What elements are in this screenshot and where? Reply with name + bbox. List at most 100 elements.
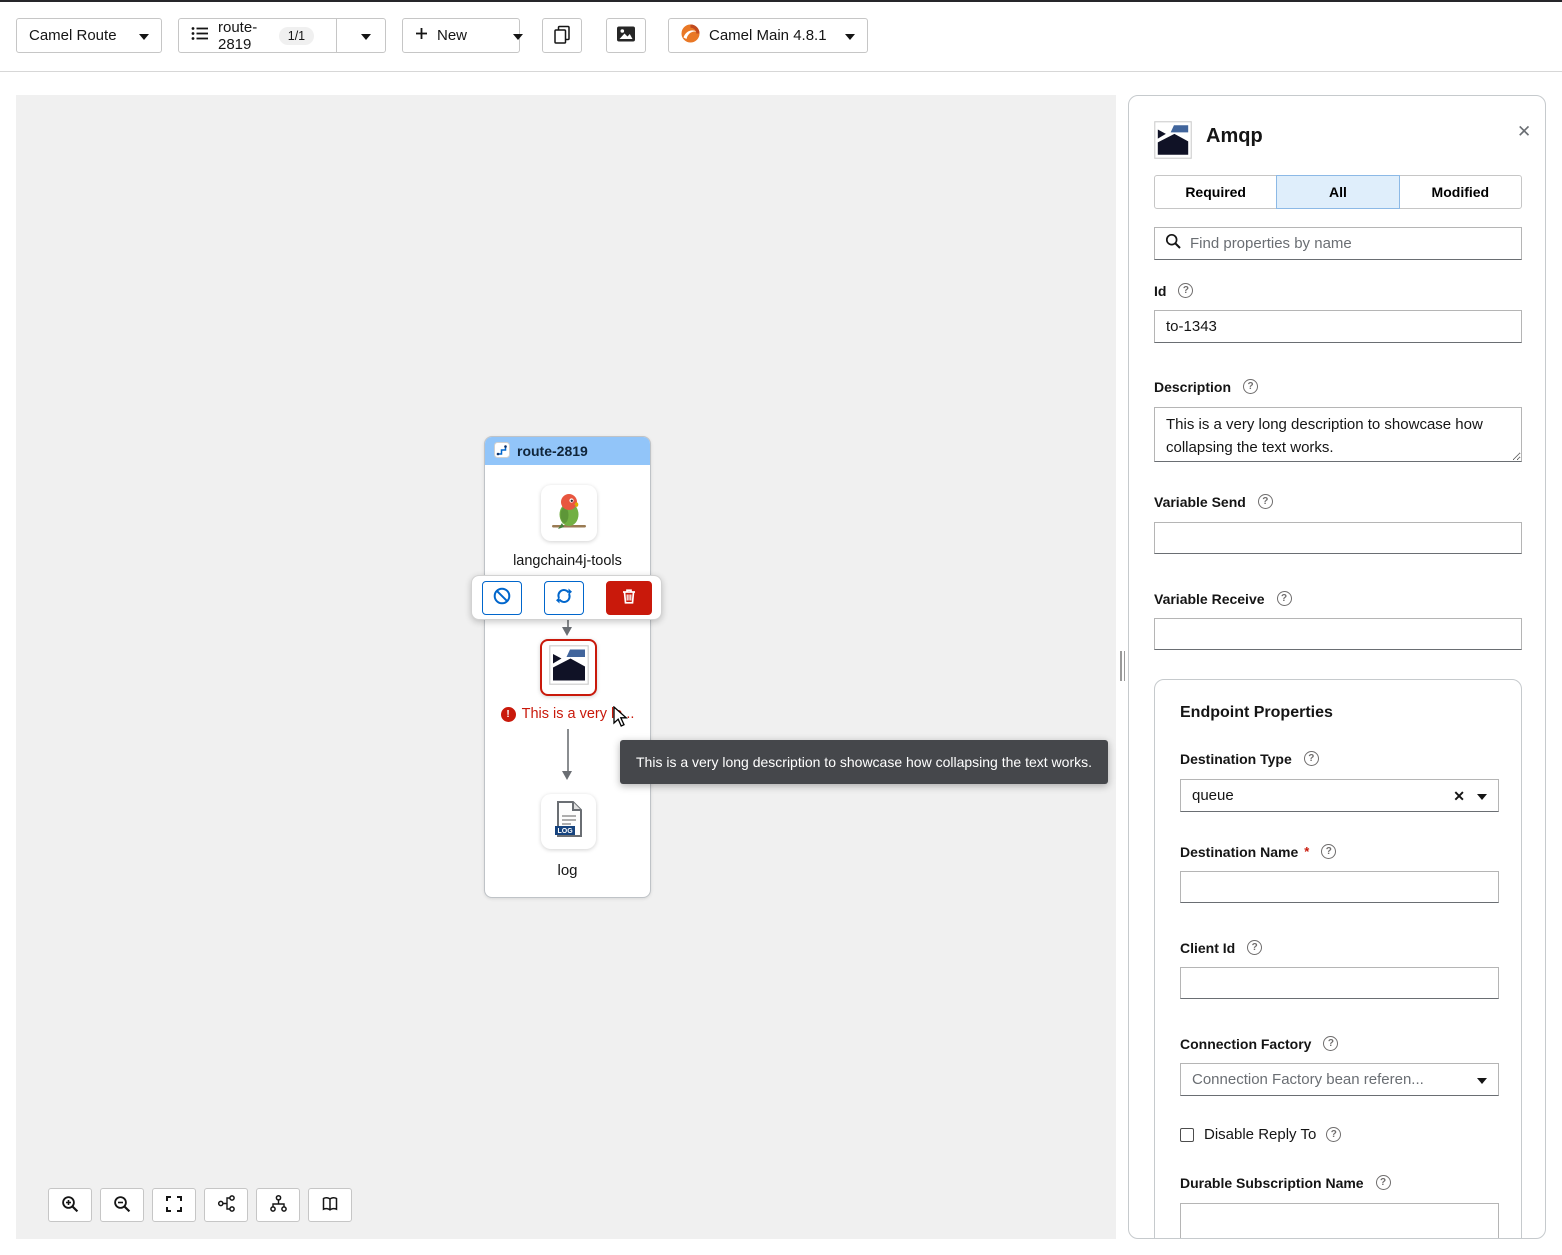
route-count-badge: 1/1 (279, 27, 314, 45)
error-icon: ! (501, 707, 516, 722)
filter-tabs: Required All Modified (1154, 175, 1522, 209)
caret-down-icon[interactable] (1477, 1071, 1487, 1088)
catalog-button[interactable] (308, 1188, 352, 1222)
new-flow-button[interactable]: New (403, 19, 479, 52)
zoom-out-button[interactable] (100, 1188, 144, 1222)
id-input[interactable] (1154, 310, 1522, 343)
layout-vertical-icon (269, 1194, 288, 1216)
connection-factory-combobox[interactable] (1180, 1063, 1499, 1096)
route-canvas[interactable]: route-2819 langchain4j-tools (16, 95, 1116, 1239)
destination-name-field-header: Destination Name * ? (1180, 843, 1336, 860)
help-icon[interactable]: ? (1326, 1127, 1341, 1142)
node-label-log: log (485, 862, 650, 879)
export-image-icon (616, 25, 636, 47)
help-icon[interactable]: ? (1321, 844, 1336, 859)
clear-selection-button[interactable]: ✕ (1453, 789, 1465, 803)
export-image-button[interactable] (606, 18, 646, 53)
edge-arrowhead (562, 771, 572, 780)
description-textarea[interactable]: This is a very long description to showc… (1154, 407, 1522, 462)
tab-all[interactable]: All (1276, 175, 1399, 209)
copy-source-button[interactable] (542, 18, 582, 53)
zoom-out-icon (113, 1195, 131, 1216)
route-icon (494, 442, 510, 461)
help-icon[interactable]: ? (1178, 283, 1193, 298)
variable-receive-field-header: Variable Receive ? (1154, 590, 1292, 607)
node-label-langchain4j-tools: langchain4j-tools (485, 553, 650, 569)
kaoto-app: Camel Route route-2819 1/1 (0, 0, 1562, 1255)
disable-reply-to-checkbox[interactable] (1180, 1128, 1194, 1142)
panel-title: Amqp (1206, 125, 1263, 148)
book-icon (321, 1195, 339, 1216)
edge-amqp-log (567, 729, 569, 771)
clear-icon: ✕ (1453, 788, 1465, 804)
replace-node-button[interactable] (544, 581, 584, 615)
durable-subscription-input[interactable] (1180, 1203, 1499, 1239)
destination-type-field-header: Destination Type ? (1180, 750, 1319, 767)
delete-node-button[interactable] (606, 581, 652, 615)
horizontal-layout-button[interactable] (204, 1188, 248, 1222)
copy-icon (552, 24, 572, 48)
route-group-header[interactable]: route-2819 (485, 437, 650, 465)
variable-receive-input[interactable] (1154, 618, 1522, 650)
help-icon[interactable]: ? (1277, 591, 1292, 606)
help-icon[interactable]: ? (1243, 379, 1258, 394)
disable-node-button[interactable] (482, 581, 522, 615)
zoom-in-button[interactable] (48, 1188, 92, 1222)
durable-subscription-field-header: Durable Subscription Name ? (1180, 1174, 1391, 1191)
help-icon[interactable]: ? (1323, 1036, 1338, 1051)
canvas-controls (48, 1188, 352, 1222)
help-icon[interactable]: ? (1304, 751, 1319, 766)
runtime-selector[interactable]: Camel Main 4.8.1 (668, 18, 868, 53)
client-id-field-header: Client Id ? (1180, 939, 1262, 956)
description-tooltip: This is a very long description to showc… (620, 740, 1108, 784)
disable-reply-to-label: Disable Reply To (1204, 1126, 1316, 1143)
variable-send-field-header: Variable Send ? (1154, 493, 1273, 510)
tab-modified[interactable]: Modified (1399, 175, 1522, 209)
durable-subscription-label: Durable Subscription Name (1180, 1175, 1364, 1191)
client-id-label: Client Id (1180, 940, 1235, 956)
variable-send-input[interactable] (1154, 522, 1522, 554)
langchain4j-parrot-icon (548, 490, 590, 537)
node-amqp[interactable] (540, 639, 597, 696)
search-icon (1165, 233, 1181, 254)
description-field-header: Description ? (1154, 378, 1258, 395)
caret-down-icon (845, 27, 855, 44)
log-icon-text: LOG (557, 828, 573, 835)
close-panel-button[interactable]: ✕ (1517, 122, 1531, 142)
new-flow-button-group[interactable]: New (402, 18, 520, 53)
route-selector-toggle[interactable] (347, 19, 385, 52)
runtime-selector-main: Camel Main 4.8.1 (681, 24, 827, 47)
help-icon[interactable]: ? (1247, 940, 1262, 955)
route-selector[interactable]: route-2819 1/1 (178, 18, 386, 53)
node-log[interactable]: LOG (541, 794, 596, 849)
destination-type-select[interactable]: queue ✕ (1180, 779, 1499, 812)
connection-factory-input[interactable] (1192, 1071, 1465, 1088)
caret-down-icon[interactable] (1477, 787, 1487, 804)
route-selector-main[interactable]: route-2819 1/1 (179, 19, 326, 52)
new-flow-toggle[interactable] (499, 19, 537, 52)
help-icon[interactable]: ? (1376, 1175, 1391, 1190)
destination-type-value: queue (1192, 787, 1441, 804)
route-group[interactable]: route-2819 langchain4j-tools (484, 436, 651, 898)
destination-name-input[interactable] (1180, 871, 1499, 903)
destination-name-label: Destination Name (1180, 844, 1298, 860)
property-search-input[interactable] (1190, 235, 1511, 252)
connection-factory-label: Connection Factory (1180, 1036, 1311, 1052)
property-search[interactable] (1154, 227, 1522, 260)
required-marker: * (1304, 844, 1309, 859)
route-list-icon (191, 26, 209, 45)
top-toolbar: Camel Route route-2819 1/1 (0, 2, 1562, 72)
destination-type-label: Destination Type (1180, 751, 1292, 767)
vertical-layout-button[interactable] (256, 1188, 300, 1222)
connection-factory-field-header: Connection Factory ? (1180, 1035, 1338, 1052)
client-id-input[interactable] (1180, 967, 1499, 999)
sync-icon (554, 586, 574, 609)
panel-resize-handle[interactable] (1118, 651, 1127, 681)
amqp-icon (549, 645, 589, 690)
description-field-label: Description (1154, 379, 1231, 395)
dsl-selector[interactable]: Camel Route (16, 18, 162, 53)
tab-required[interactable]: Required (1154, 175, 1277, 209)
node-langchain4j-tools[interactable] (541, 485, 597, 541)
help-icon[interactable]: ? (1258, 494, 1273, 509)
fit-to-screen-button[interactable] (152, 1188, 196, 1222)
